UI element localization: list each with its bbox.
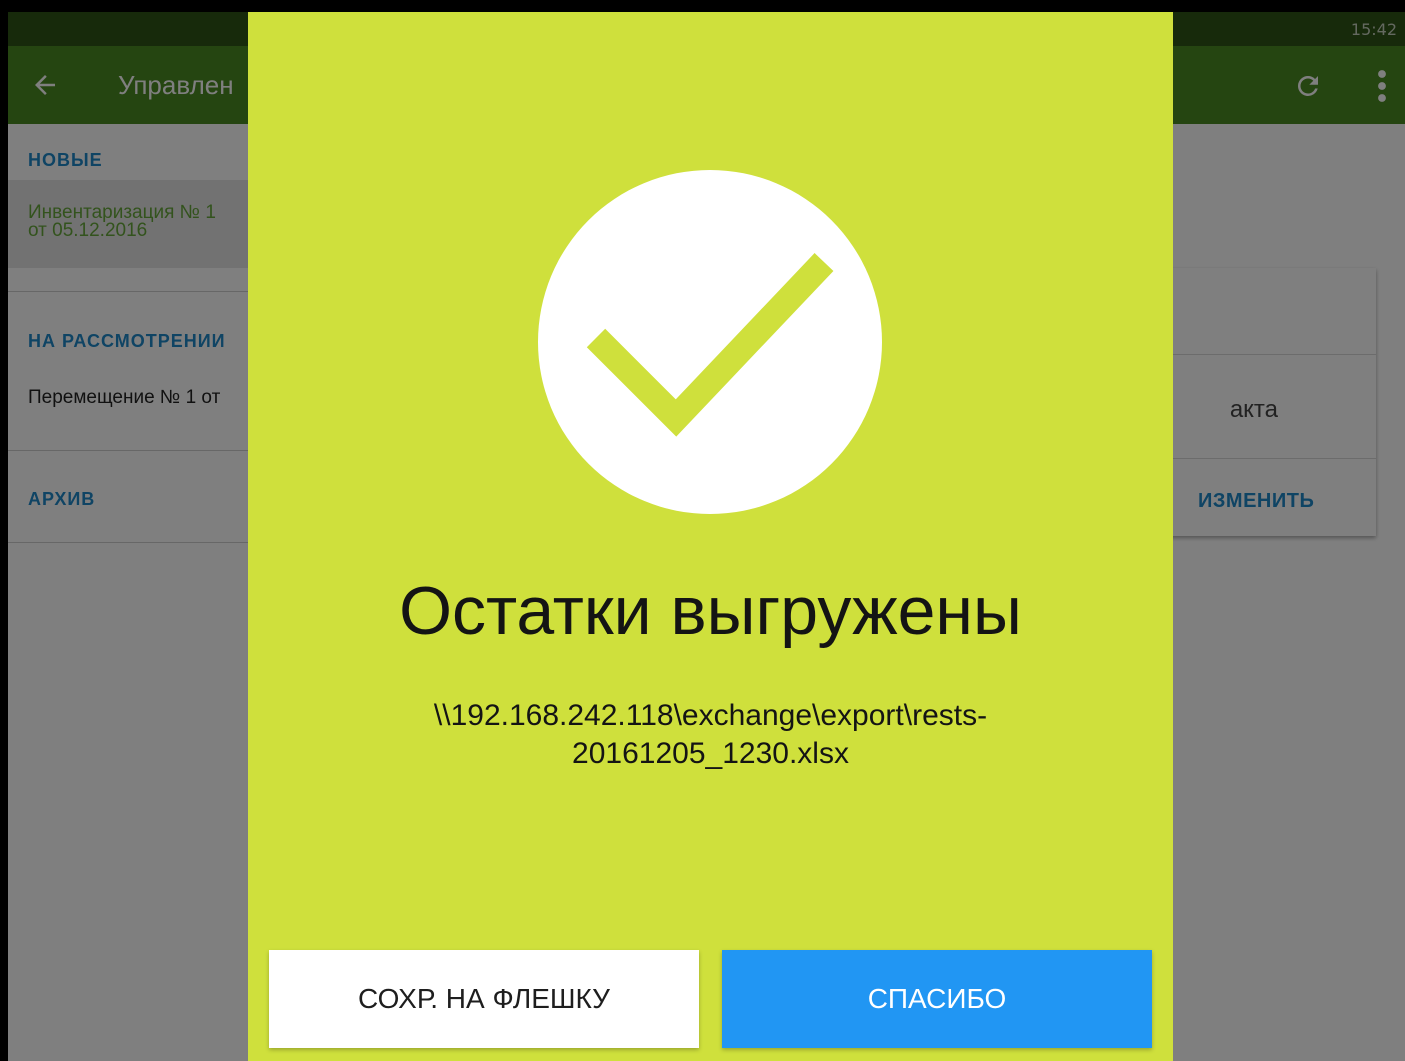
export-path: \\192.168.242.118\exchange\export\rests-… — [433, 699, 988, 770]
success-dialog: Остатки выгружены \\192.168.242.118\exch… — [248, 12, 1173, 1061]
checkmark-circle-icon — [538, 170, 882, 514]
save-to-usb-button[interactable]: СОХР. НА ФЛЕШКУ — [269, 950, 699, 1048]
screen: 15:42 Управлен НОВЫЕ Инвентаризация № 1 … — [8, 12, 1405, 1061]
dialog-title: Остатки выгружены — [399, 573, 1022, 649]
thanks-button[interactable]: СПАСИБО — [722, 950, 1152, 1048]
